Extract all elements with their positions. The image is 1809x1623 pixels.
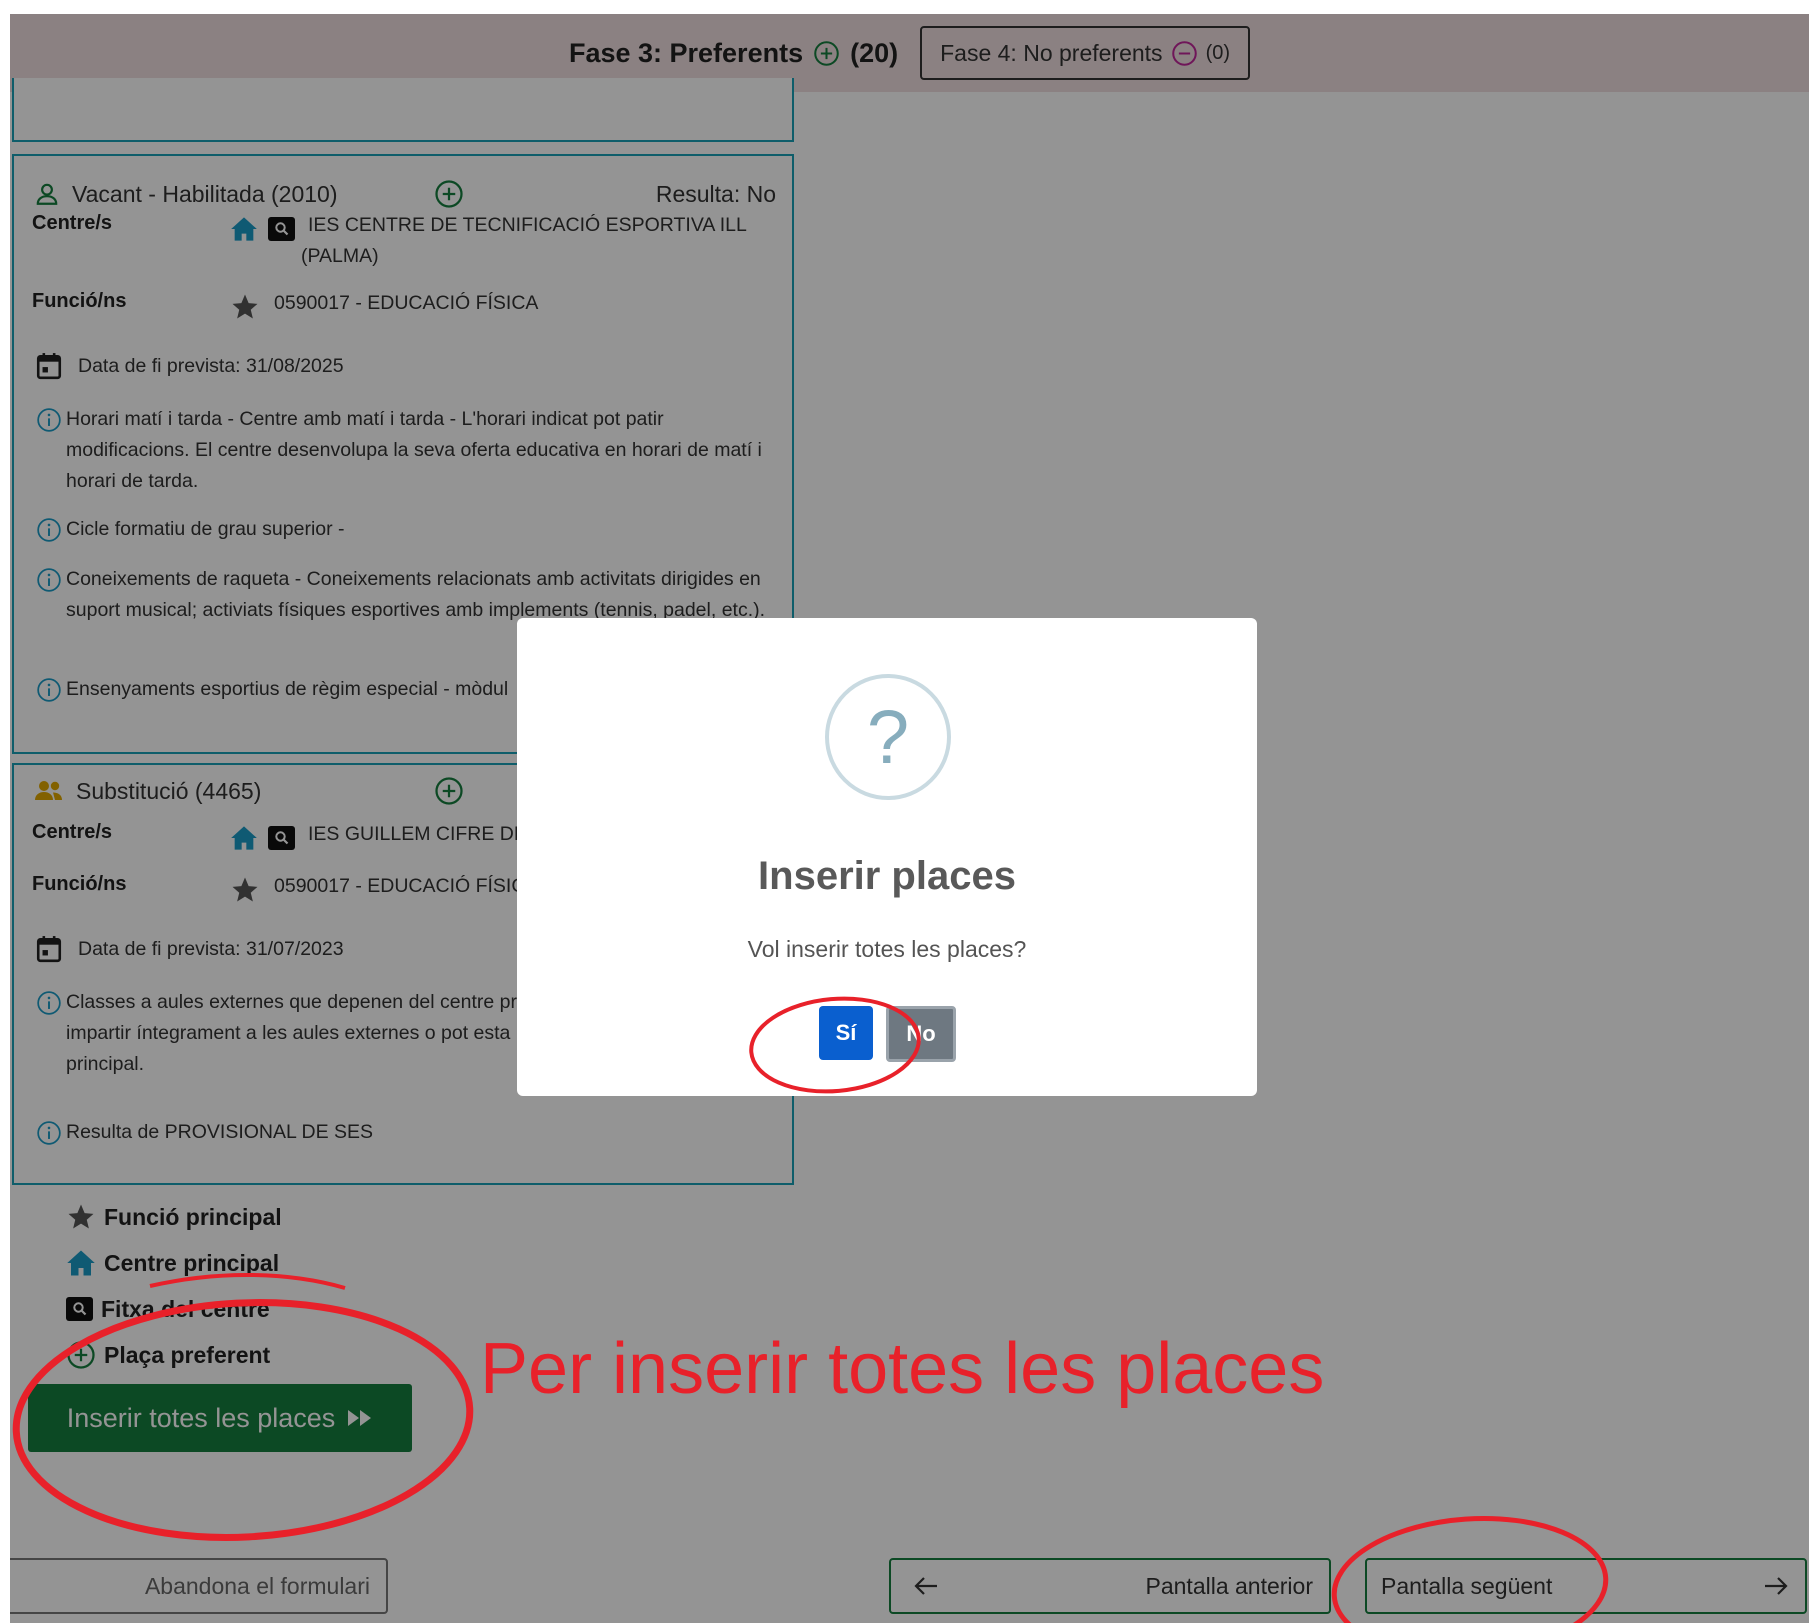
question-icon: ?: [825, 674, 951, 800]
dialog-title: Inserir places: [758, 854, 1016, 898]
confirm-no-button[interactable]: No: [886, 1006, 956, 1062]
annotation-text: Per inserir totes les places: [480, 1329, 1325, 1409]
dialog-text: Vol inserir totes les places?: [747, 936, 1027, 962]
confirm-yes-button[interactable]: Sí: [819, 1006, 873, 1060]
confirm-dialog: ? Inserir places Vol inserir totes les p…: [517, 618, 1257, 1096]
